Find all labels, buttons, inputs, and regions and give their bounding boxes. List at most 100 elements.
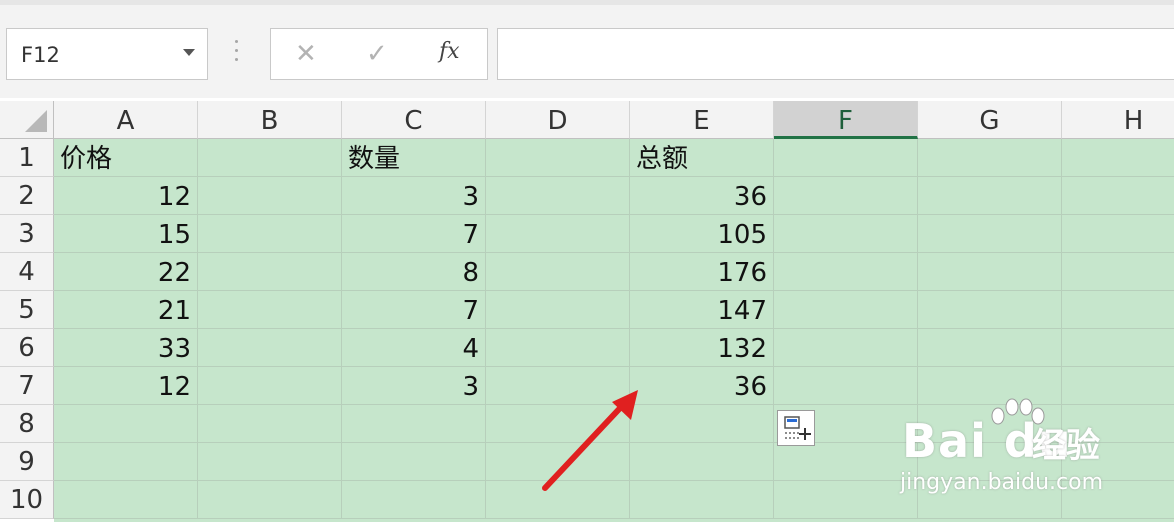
column-header-f[interactable]: F <box>774 101 918 139</box>
cell-b7[interactable] <box>198 367 342 405</box>
cell-f9[interactable] <box>774 443 918 481</box>
cell-a8[interactable] <box>54 405 198 443</box>
cell-c6[interactable]: 4 <box>342 329 486 367</box>
cell-b9[interactable] <box>198 443 342 481</box>
cell-d5[interactable] <box>486 291 630 329</box>
insert-function-icon[interactable]: fx <box>439 39 460 64</box>
cell-g4[interactable] <box>918 253 1062 291</box>
cell-c7[interactable]: 3 <box>342 367 486 405</box>
column-header-h[interactable]: H <box>1062 101 1174 139</box>
column-header-b[interactable]: B <box>198 101 342 139</box>
cell-b3[interactable] <box>198 215 342 253</box>
formula-input[interactable] <box>497 28 1174 80</box>
cell-e7[interactable]: 36 <box>630 367 774 405</box>
row-header-2[interactable]: 2 <box>0 177 54 215</box>
cell-f6[interactable] <box>774 329 918 367</box>
cell-e4[interactable]: 176 <box>630 253 774 291</box>
cell-d6[interactable] <box>486 329 630 367</box>
cell-b8[interactable] <box>198 405 342 443</box>
row-header-4[interactable]: 4 <box>0 253 54 291</box>
drag-handle-icon[interactable] <box>235 40 239 66</box>
row-header-3[interactable]: 3 <box>0 215 54 253</box>
cell-a9[interactable] <box>54 443 198 481</box>
row-header-1[interactable]: 1 <box>0 139 54 177</box>
cell-f1[interactable] <box>774 139 918 177</box>
cell-g2[interactable] <box>918 177 1062 215</box>
cell-b6[interactable] <box>198 329 342 367</box>
cell-e10[interactable] <box>630 481 774 519</box>
column-header-g[interactable]: G <box>918 101 1062 139</box>
cell-c5[interactable]: 7 <box>342 291 486 329</box>
row-header-7[interactable]: 7 <box>0 367 54 405</box>
cell-a3[interactable]: 15 <box>54 215 198 253</box>
cell-d2[interactable] <box>486 177 630 215</box>
cell-h4[interactable] <box>1062 253 1174 291</box>
cell-h1[interactable] <box>1062 139 1174 177</box>
row-header-9[interactable]: 9 <box>0 443 54 481</box>
row-header-10[interactable]: 10 <box>0 481 54 519</box>
cancel-icon[interactable]: ✕ <box>295 39 317 69</box>
cell-g3[interactable] <box>918 215 1062 253</box>
watermark-url: jingyan.baidu.com <box>900 470 1104 495</box>
cell-c10[interactable] <box>342 481 486 519</box>
cell-f4[interactable] <box>774 253 918 291</box>
chevron-down-icon[interactable] <box>183 49 195 56</box>
cell-c8[interactable] <box>342 405 486 443</box>
cell-a6[interactable]: 33 <box>54 329 198 367</box>
cell-f5[interactable] <box>774 291 918 329</box>
cell-b4[interactable] <box>198 253 342 291</box>
cell-h5[interactable] <box>1062 291 1174 329</box>
name-box[interactable]: F12 <box>6 28 208 80</box>
cell-e8[interactable] <box>630 405 774 443</box>
cell-b2[interactable] <box>198 177 342 215</box>
enter-icon[interactable]: ✓ <box>366 39 388 69</box>
name-box-value: F12 <box>21 43 60 67</box>
column-header-a[interactable]: A <box>54 101 198 139</box>
cell-d4[interactable] <box>486 253 630 291</box>
cell-c3[interactable]: 7 <box>342 215 486 253</box>
cell-d10[interactable] <box>486 481 630 519</box>
cell-f2[interactable] <box>774 177 918 215</box>
cell-e1[interactable]: 总额 <box>630 139 774 177</box>
cell-e5[interactable]: 147 <box>630 291 774 329</box>
cell-h3[interactable] <box>1062 215 1174 253</box>
cell-f3[interactable] <box>774 215 918 253</box>
cell-c1[interactable]: 数量 <box>342 139 486 177</box>
cell-a4[interactable]: 22 <box>54 253 198 291</box>
cell-b10[interactable] <box>198 481 342 519</box>
cell-c9[interactable] <box>342 443 486 481</box>
cell-h6[interactable] <box>1062 329 1174 367</box>
cell-c4[interactable]: 8 <box>342 253 486 291</box>
cell-f7[interactable] <box>774 367 918 405</box>
cell-b1[interactable] <box>198 139 342 177</box>
cell-a7[interactable]: 12 <box>54 367 198 405</box>
cell-d8[interactable] <box>486 405 630 443</box>
cell-e3[interactable]: 105 <box>630 215 774 253</box>
cell-a1[interactable]: 价格 <box>54 139 198 177</box>
paste-options-icon[interactable] <box>777 410 815 446</box>
row-header-6[interactable]: 6 <box>0 329 54 367</box>
cell-h2[interactable] <box>1062 177 1174 215</box>
cell-d9[interactable] <box>486 443 630 481</box>
column-header-d[interactable]: D <box>486 101 630 139</box>
column-header-c[interactable]: C <box>342 101 486 139</box>
cell-f10[interactable] <box>774 481 918 519</box>
cell-g5[interactable] <box>918 291 1062 329</box>
cell-d7[interactable] <box>486 367 630 405</box>
select-all-button[interactable] <box>0 101 54 139</box>
row-header-8[interactable]: 8 <box>0 405 54 443</box>
cell-e2[interactable]: 36 <box>630 177 774 215</box>
cell-d3[interactable] <box>486 215 630 253</box>
cell-d1[interactable] <box>486 139 630 177</box>
cell-e9[interactable] <box>630 443 774 481</box>
cell-g1[interactable] <box>918 139 1062 177</box>
column-header-e[interactable]: E <box>630 101 774 139</box>
cell-a2[interactable]: 12 <box>54 177 198 215</box>
cell-c2[interactable]: 3 <box>342 177 486 215</box>
cell-a10[interactable] <box>54 481 198 519</box>
cell-a5[interactable]: 21 <box>54 291 198 329</box>
cell-b5[interactable] <box>198 291 342 329</box>
cell-g6[interactable] <box>918 329 1062 367</box>
cell-e6[interactable]: 132 <box>630 329 774 367</box>
row-header-5[interactable]: 5 <box>0 291 54 329</box>
